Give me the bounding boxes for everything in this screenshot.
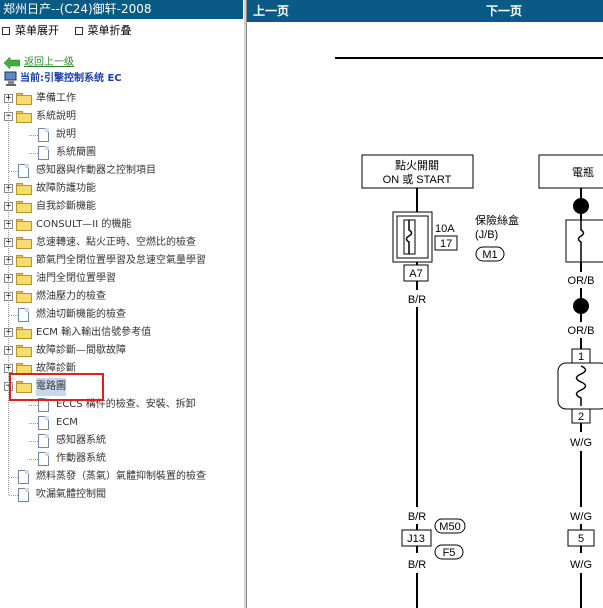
document-icon — [38, 416, 49, 430]
collapse-menu-button[interactable]: 菜单折叠 — [74, 19, 132, 43]
back-arrow-icon — [4, 57, 20, 69]
next-page-link[interactable]: 下一页 — [486, 0, 522, 22]
tree-item-label: 說明 — [56, 129, 76, 140]
tree-item-label: 作動器系統 — [56, 453, 106, 464]
wire-color-br-3: B/R — [408, 559, 426, 571]
tree-item-label: 準備工作 — [36, 93, 76, 104]
svg-text:5: 5 — [578, 533, 584, 545]
tree-connector — [29, 423, 38, 424]
svg-text:F5: F5 — [443, 547, 456, 559]
wire-color-orb-2: OR/B — [568, 325, 595, 337]
ignition-switch-label-1: 點火開關 — [395, 159, 439, 172]
diagram-panel: 上一页 下一页 點火開關 ON 或 START 10A 17 保險絲盒 (J/B… — [247, 0, 603, 608]
document-icon — [18, 308, 29, 322]
svg-text:J13: J13 — [407, 533, 425, 545]
folder-icon — [16, 219, 32, 231]
expand-menu-button[interactable]: 菜单展开 — [2, 19, 59, 43]
current-location-label: 当前:引擎控制系统 EC — [20, 73, 122, 84]
tree-item-label: 系統說明 — [36, 111, 76, 122]
folder-icon — [16, 111, 32, 123]
wire-color-orb-1: OR/B — [568, 275, 595, 287]
folder-icon — [16, 345, 32, 357]
tree-item-label: 自我診斷機能 — [36, 201, 96, 212]
document-icon — [38, 146, 49, 160]
folder-icon — [16, 93, 32, 105]
battery-label: 電瓶 — [572, 165, 594, 179]
tree-connector — [9, 171, 18, 172]
tree-item-label: 吹漏氣體控制閥 — [36, 489, 106, 500]
page-nav-bar: 上一页 下一页 — [247, 0, 603, 22]
checkbox-icon — [2, 27, 10, 35]
wire-color-wg-2: W/G — [570, 511, 592, 523]
tree-connector — [29, 459, 38, 460]
tree-item-label: 燃油切斷機能的檢查 — [36, 309, 126, 320]
tree-item-label: 故障防護功能 — [36, 183, 96, 194]
fuse-box-label-1: 保險絲盒 — [475, 213, 519, 227]
document-icon — [38, 452, 49, 466]
tree-connector — [9, 315, 18, 316]
folder-icon — [16, 201, 32, 213]
tree-connector — [29, 153, 38, 154]
folder-icon — [16, 183, 32, 195]
folder-icon — [16, 255, 32, 267]
folder-icon — [16, 273, 32, 285]
folder-icon — [16, 237, 32, 249]
wire-color-wg-1: W/G — [570, 437, 592, 449]
tree-trunk-line — [8, 99, 9, 495]
tree-item-label: ECM 輸入輸出信號參考值 — [36, 327, 152, 338]
svg-text:M50: M50 — [439, 521, 460, 533]
fuse-box-label-2: (J/B) — [475, 229, 498, 241]
document-icon — [18, 488, 29, 502]
junction-dot-1 — [573, 198, 589, 214]
tree-item-label: 油門全閉位置學習 — [36, 273, 116, 284]
fuse-amp: 10A — [435, 223, 455, 235]
tree-item-label: 燃料蒸發（蒸氣）氣體抑制裝置的檢查 — [36, 471, 206, 482]
svg-text:2: 2 — [578, 411, 584, 423]
window-title: 郑州日产--(C24)御轩-2008 — [0, 0, 243, 19]
document-icon — [38, 128, 49, 142]
fusible-link-box — [565, 219, 603, 263]
junction-dot-2 — [573, 298, 589, 314]
tree-item-label: 燃油壓力的檢查 — [36, 291, 106, 302]
wire-color-br-2: B/R — [408, 511, 426, 523]
checkbox-icon — [74, 27, 83, 35]
tree-item-label: 感知器系統 — [56, 435, 106, 446]
selection-highlight-box — [9, 373, 104, 401]
tree-connector — [29, 135, 38, 136]
computer-icon — [4, 71, 17, 86]
tree-connector — [29, 441, 38, 442]
wiring-diagram: 點火開關 ON 或 START 10A 17 保險絲盒 (J/B) M1 A7 … — [335, 57, 603, 608]
tree-item-label: CONSULT—II 的機能 — [36, 219, 132, 230]
wire-color-wg-3: W/G — [570, 559, 592, 571]
tree-item-label: 感知器與作動器之控制項目 — [36, 165, 156, 176]
prev-page-link[interactable]: 上一页 — [253, 0, 289, 22]
tree-item-label: 節氣門全閉位置學習及怠速空氣量學習 — [36, 255, 206, 266]
tree-connector — [9, 495, 18, 496]
fuse-number: 17 — [440, 238, 452, 250]
folder-icon — [16, 291, 32, 303]
wire-color-br-1: B/R — [408, 294, 426, 306]
svg-text:A7: A7 — [409, 268, 422, 280]
tree-connector — [29, 405, 38, 406]
ignition-switch-label-2: ON 或 START — [383, 173, 452, 186]
document-icon — [38, 434, 49, 448]
folder-icon — [16, 327, 32, 339]
svg-text:1: 1 — [578, 351, 584, 363]
tree-connector — [9, 477, 18, 478]
tree-item-label: 故障診斷—間歇故障 — [36, 345, 126, 356]
document-icon — [18, 470, 29, 484]
tree-item-label: 怠速轉速、點火正時、空燃比的檢查 — [36, 237, 196, 248]
menu-bar: 菜单展开 菜单折叠 — [0, 19, 243, 43]
svg-text:M1: M1 — [482, 249, 497, 261]
tree-item-label: ECM — [56, 417, 78, 428]
left-tree-panel: 郑州日产--(C24)御轩-2008 菜单展开 菜单折叠 返回上一级 当前:引擎… — [0, 0, 243, 608]
tree-item-label: 系統簡圖 — [56, 147, 96, 158]
document-icon — [18, 164, 29, 178]
